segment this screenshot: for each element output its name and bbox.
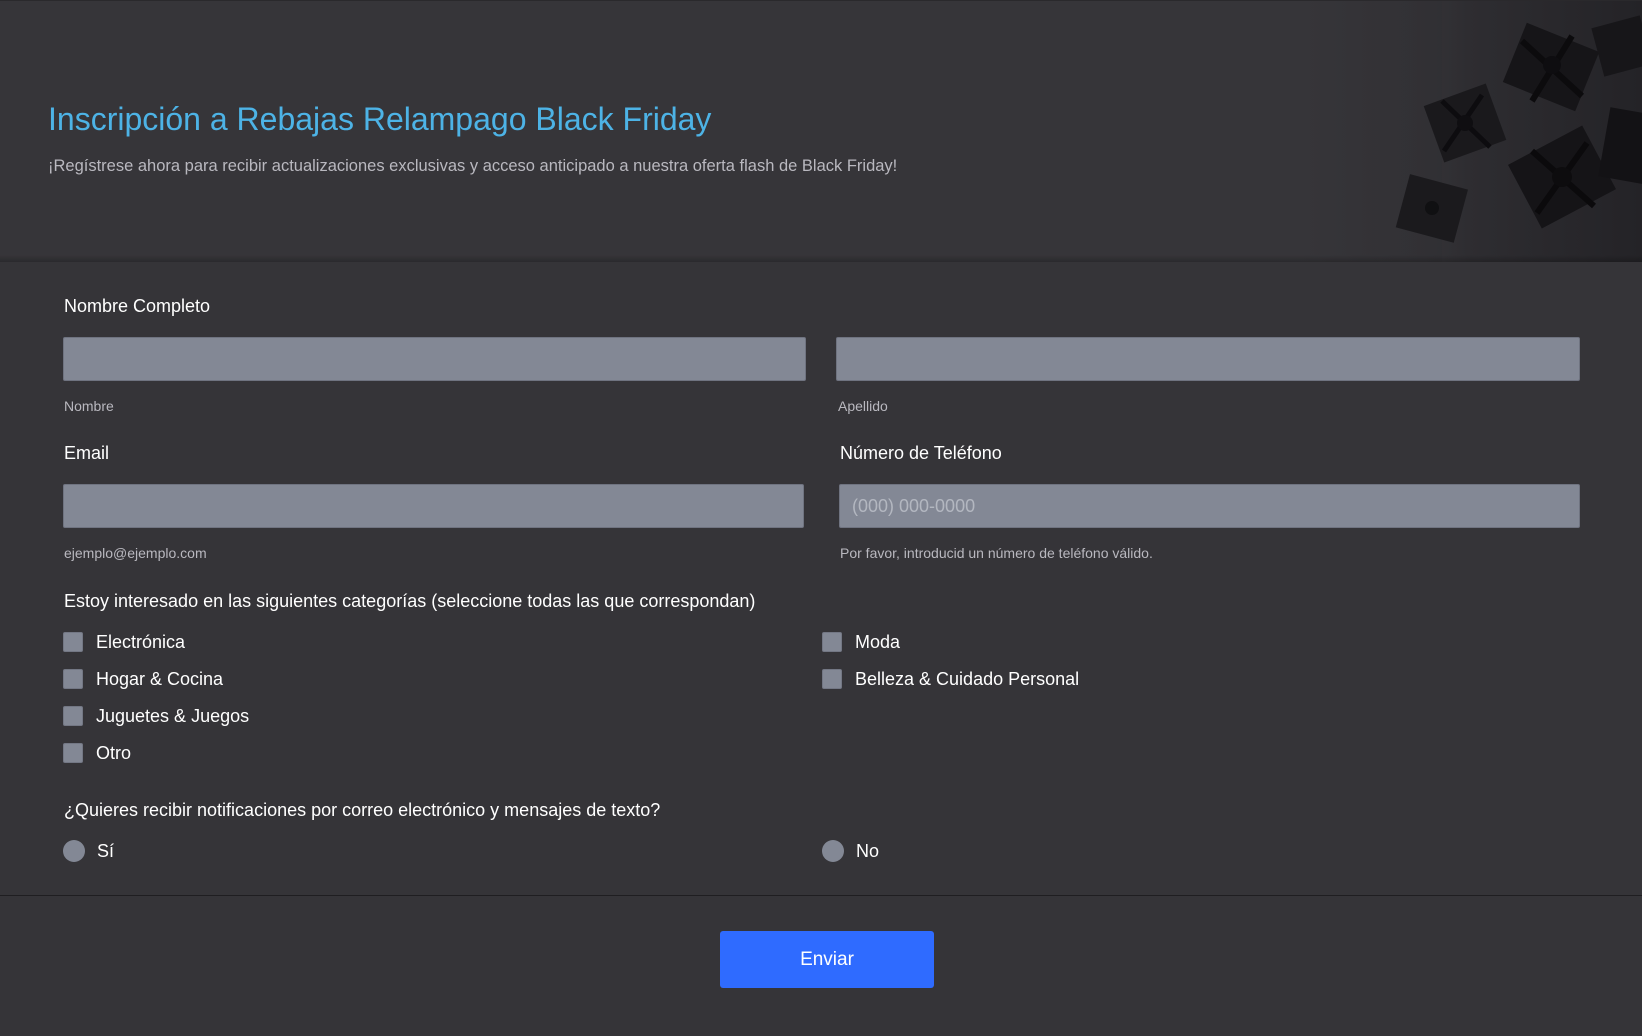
email-input[interactable] xyxy=(63,484,804,528)
category-option-electronica[interactable]: Electrónica xyxy=(63,630,185,654)
category-option-belleza[interactable]: Belleza & Cuidado Personal xyxy=(822,667,1079,691)
notifications-option-label: Sí xyxy=(97,840,115,861)
last-name-sublabel: Apellido xyxy=(838,398,888,414)
category-option-hogar-cocina[interactable]: Hogar & Cocina xyxy=(63,667,223,691)
form-subtitle: ¡Regístrese ahora para recibir actualiza… xyxy=(48,157,898,175)
form-footer: Enviar xyxy=(0,896,1642,1036)
radio-button[interactable] xyxy=(63,840,85,862)
notifications-label: ¿Quieres recibir notificaciones por corr… xyxy=(64,800,661,820)
form-header: Inscripción a Rebajas Relampago Black Fr… xyxy=(0,0,1642,263)
full-name-label: Nombre Completo xyxy=(64,296,211,316)
submit-button[interactable]: Enviar xyxy=(720,931,934,988)
checkbox[interactable] xyxy=(63,706,83,726)
checkbox[interactable] xyxy=(63,743,83,763)
categories-label: Estoy interesado en las siguientes categ… xyxy=(64,591,756,611)
checkbox[interactable] xyxy=(822,632,842,652)
category-option-label: Electrónica xyxy=(96,631,186,652)
category-option-label: Moda xyxy=(855,631,901,652)
checkbox[interactable] xyxy=(822,669,842,689)
notifications-option-label: No xyxy=(856,840,880,861)
notifications-option-no[interactable]: No xyxy=(822,839,879,863)
gift-boxes-image xyxy=(1372,1,1642,263)
checkbox[interactable] xyxy=(63,632,83,652)
checkbox[interactable] xyxy=(63,669,83,689)
category-option-moda[interactable]: Moda xyxy=(822,630,900,654)
last-name-input[interactable] xyxy=(836,337,1580,381)
category-option-label: Belleza & Cuidado Personal xyxy=(855,668,1080,689)
email-label: Email xyxy=(64,443,110,463)
category-option-label: Otro xyxy=(96,742,132,763)
category-option-label: Hogar & Cocina xyxy=(96,668,224,689)
first-name-sublabel: Nombre xyxy=(64,398,114,414)
phone-input[interactable] xyxy=(839,484,1580,528)
category-option-label: Juguetes & Juegos xyxy=(96,705,250,726)
phone-sublabel: Por favor, introducid un número de teléf… xyxy=(840,545,1153,561)
form-body: Nombre Completo Nombre Apellido Email ej… xyxy=(0,262,1642,896)
phone-label: Número de Teléfono xyxy=(840,443,1002,463)
radio-button[interactable] xyxy=(822,840,844,862)
category-option-juguetes-juegos[interactable]: Juguetes & Juegos xyxy=(63,704,249,728)
form-title: Inscripción a Rebajas Relampago Black Fr… xyxy=(48,101,712,137)
email-sublabel: ejemplo@ejemplo.com xyxy=(64,545,207,561)
first-name-input[interactable] xyxy=(63,337,806,381)
notifications-option-si[interactable]: Sí xyxy=(63,839,114,863)
category-option-otro[interactable]: Otro xyxy=(63,741,131,765)
